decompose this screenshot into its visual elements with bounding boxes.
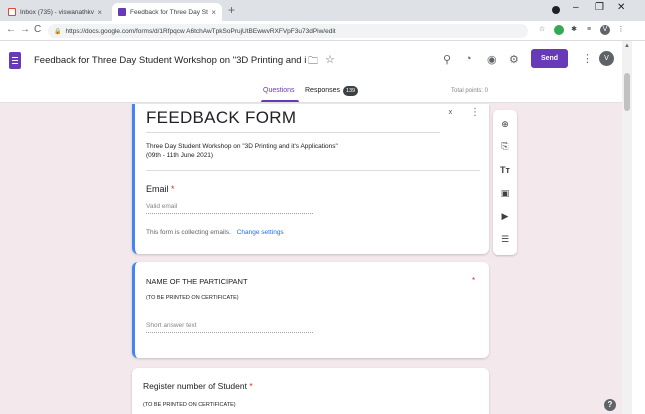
customize-theme-icon[interactable]: ◔ xyxy=(465,53,472,65)
lock-icon: 🔒 xyxy=(54,28,62,35)
add-ons-icon[interactable]: ⚲ xyxy=(443,53,451,66)
import-questions-icon[interactable]: ⎘ xyxy=(499,140,511,152)
required-asterisk: * xyxy=(171,184,175,194)
gmail-icon xyxy=(8,8,16,16)
collecting-emails-text: This form is collecting emails. xyxy=(146,229,231,236)
right-edge-strip xyxy=(632,41,645,414)
tab-feedback-form[interactable]: Feedback for Three Day Student... × xyxy=(112,3,222,21)
tab-questions[interactable]: Questions xyxy=(263,87,295,94)
short-answer-placeholder: Short answer text xyxy=(146,322,313,333)
page-scrollbar[interactable]: ▲ xyxy=(622,41,632,414)
help-icon[interactable]: ? xyxy=(604,399,616,411)
email-question-label: Email * xyxy=(146,184,175,194)
extension-icon[interactable] xyxy=(554,25,564,35)
browser-tab-bar: Inbox (735) - viswanathkv@bnm... × Feedb… xyxy=(0,0,645,21)
question-title[interactable]: Register number of Student * xyxy=(143,381,253,391)
add-video-icon[interactable]: ▶ xyxy=(499,210,511,222)
google-forms-logo-icon[interactable] xyxy=(9,52,21,69)
required-asterisk: * xyxy=(249,381,253,391)
form-description[interactable]: Three Day Student Workshop on "3D Printi… xyxy=(146,142,338,160)
record-icon[interactable] xyxy=(552,6,560,14)
google-forms-icon xyxy=(118,8,126,16)
settings-gear-icon[interactable]: ⚙ xyxy=(509,53,519,66)
new-tab-button[interactable]: + xyxy=(228,3,235,17)
forward-button[interactable]: → xyxy=(20,24,30,35)
url-text: https://docs.google.com/forms/d/1Rfpqcw … xyxy=(65,27,336,35)
add-title-icon[interactable]: Tт xyxy=(499,164,511,176)
document-title[interactable]: Feedback for Three Day Student Workshop … xyxy=(34,55,306,66)
bookmark-star-icon[interactable]: ☆ xyxy=(537,25,547,35)
total-points: Total points: 0 xyxy=(451,88,489,94)
email-field: Valid email xyxy=(146,203,313,214)
more-options-icon[interactable]: ⋮ xyxy=(582,52,593,65)
maximize-button[interactable]: ❐ xyxy=(595,2,604,13)
active-tab-indicator xyxy=(261,100,299,102)
scroll-up-arrow-icon[interactable]: ▲ xyxy=(624,43,630,49)
question-card-register-number[interactable]: Register number of Student * (TO BE PRIN… xyxy=(132,368,489,414)
profile-avatar[interactable]: V xyxy=(600,25,610,35)
question-description[interactable]: (TO BE PRINTED ON CERTIFICATE) xyxy=(146,295,239,301)
browser-menu-icon[interactable]: ⋮ xyxy=(616,25,626,35)
question-toolbar: ⊕ ⎘ Tт ▣ ▶ ☰ xyxy=(493,110,517,255)
star-icon[interactable]: ☆ xyxy=(325,53,335,66)
question-title-text: Register number of Student xyxy=(143,381,247,391)
send-button[interactable]: Send xyxy=(531,49,568,68)
email-label-text: Email xyxy=(146,184,169,194)
description-divider xyxy=(146,170,480,171)
required-asterisk: * xyxy=(472,276,476,285)
move-to-folder-icon[interactable]: 🗀 xyxy=(308,54,318,71)
description-line: Three Day Student Workshop on "3D Printi… xyxy=(146,143,338,150)
extensions-puzzle-icon[interactable]: ✱ xyxy=(569,25,579,35)
question-title[interactable]: NAME OF THE PARTICIPANT xyxy=(146,277,248,286)
preview-eye-icon[interactable]: ◉ xyxy=(487,53,497,66)
add-section-icon[interactable]: ☰ xyxy=(499,233,511,245)
user-avatar[interactable]: V xyxy=(599,51,614,66)
scroll-thumb[interactable] xyxy=(624,73,630,111)
tab-label: Feedback for Three Day Student... xyxy=(130,8,208,16)
reading-list-icon[interactable]: ≡ xyxy=(584,25,594,35)
url-input[interactable]: 🔒 https://docs.google.com/forms/d/1Rfpqc… xyxy=(48,24,528,38)
add-question-icon[interactable]: ⊕ xyxy=(499,118,511,130)
minimize-button[interactable]: – xyxy=(573,2,579,13)
responses-count-badge: 139 xyxy=(343,86,358,96)
add-image-icon[interactable]: ▣ xyxy=(499,187,511,199)
reload-button[interactable]: C xyxy=(34,24,41,35)
tab-responses[interactable]: Responses xyxy=(305,87,340,94)
address-bar-row: ← → C 🔒 https://docs.google.com/forms/d/… xyxy=(0,21,645,41)
change-settings-link[interactable]: Change settings xyxy=(237,229,284,236)
collapse-section-icon[interactable]: ⌄ ⌃ xyxy=(447,106,454,120)
card-more-options-icon[interactable]: ⋮ xyxy=(470,107,480,118)
forms-header: Feedback for Three Day Student Workshop … xyxy=(0,41,622,103)
form-header-card[interactable]: FEEDBACK FORM ⌄ ⌃ ⋮ Three Day Student Wor… xyxy=(132,104,489,254)
description-line: (09th - 11th June 2021) xyxy=(146,152,214,159)
collecting-emails-note: This form is collecting emails. Change s… xyxy=(146,229,284,236)
close-tab-icon[interactable]: × xyxy=(97,8,102,17)
close-window-button[interactable]: ✕ xyxy=(617,2,625,13)
title-underline xyxy=(146,132,440,133)
question-card-name[interactable]: NAME OF THE PARTICIPANT * (TO BE PRINTED… xyxy=(132,262,489,358)
back-button[interactable]: ← xyxy=(6,24,16,35)
question-description[interactable]: (TO BE PRINTED ON CERTIFICATE) xyxy=(143,402,236,408)
tab-label: Inbox (735) - viswanathkv@bnm... xyxy=(20,8,95,16)
tab-gmail-inbox[interactable]: Inbox (735) - viswanathkv@bnm... × xyxy=(2,3,108,21)
form-title[interactable]: FEEDBACK FORM xyxy=(146,108,296,128)
close-tab-icon[interactable]: × xyxy=(211,8,216,17)
